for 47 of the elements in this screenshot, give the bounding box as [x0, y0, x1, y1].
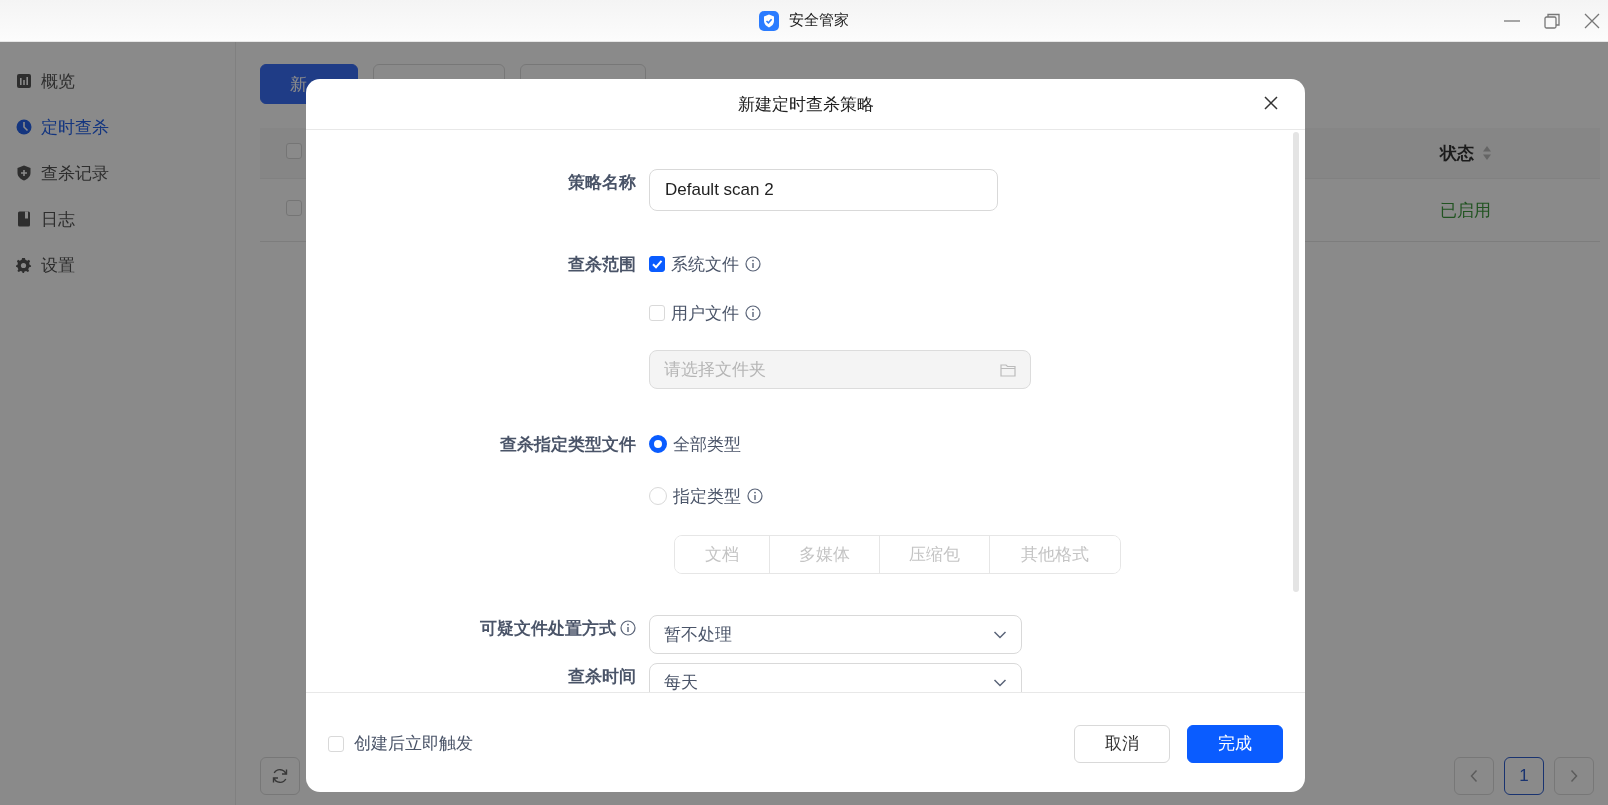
checkbox-label: 创建后立即触发: [354, 733, 473, 755]
option-label: 用户文件: [671, 302, 739, 325]
chevron-left-icon: [1469, 769, 1479, 783]
field-label: 可疑文件处置方式: [480, 617, 616, 640]
chart-icon: [16, 73, 32, 89]
refresh-icon: [271, 767, 289, 785]
book-icon: [16, 211, 32, 227]
field-label: 查杀范围: [568, 253, 636, 276]
field-label: 查杀时间: [568, 665, 636, 688]
cancel-button[interactable]: 取消: [1074, 724, 1170, 763]
folder-icon: [1000, 362, 1016, 377]
page-button[interactable]: 1: [1504, 757, 1544, 795]
clock-icon: [16, 119, 32, 135]
sidebar-item[interactable]: 查杀记录: [0, 150, 235, 196]
sidebar-item[interactable]: 日志: [0, 196, 235, 242]
previous-page-button[interactable]: [1454, 757, 1494, 795]
dialog-title: 新建定时查杀策略: [737, 93, 874, 116]
next-page-button[interactable]: [1554, 757, 1594, 795]
close-icon: [1263, 95, 1279, 111]
field-label: 查杀指定类型文件: [500, 433, 636, 456]
shield-plus-icon: [16, 165, 32, 181]
sidebar-item[interactable]: 设置: [0, 242, 235, 288]
radio-button[interactable]: [649, 435, 667, 453]
select-field[interactable]: 暂不处理: [649, 615, 1022, 654]
chevron-down-icon: [993, 629, 1007, 640]
sidebar-item[interactable]: 概览: [0, 58, 235, 104]
window-title: 安全管家: [789, 11, 849, 30]
chevron-right-icon: [1569, 769, 1579, 783]
sort-icon[interactable]: [1482, 145, 1492, 161]
option-label: 指定类型: [673, 485, 741, 508]
select-field[interactable]: 每天: [649, 663, 1022, 692]
name-field[interactable]: Default scan 2: [649, 169, 998, 211]
column-header[interactable]: 状态: [1440, 141, 1474, 165]
checkbox[interactable]: [649, 256, 665, 272]
gear-icon: [16, 257, 32, 273]
trigger-checkbox[interactable]: [328, 735, 344, 752]
confirm-button[interactable]: 完成: [1187, 724, 1283, 763]
option-label: 全部类型: [673, 433, 741, 456]
refresh-button[interactable]: [260, 757, 300, 795]
table-cell-text: 已启用: [1440, 199, 1491, 222]
shield-check-icon: [759, 10, 779, 31]
field-label: 策略名称: [568, 171, 636, 194]
scrollbar[interactable]: [1293, 132, 1299, 592]
close-button[interactable]: [1263, 95, 1279, 111]
option-label: 系统文件: [671, 253, 739, 276]
sidebar-item[interactable]: 定时查杀: [0, 104, 235, 150]
chevron-down-icon: [993, 677, 1007, 688]
